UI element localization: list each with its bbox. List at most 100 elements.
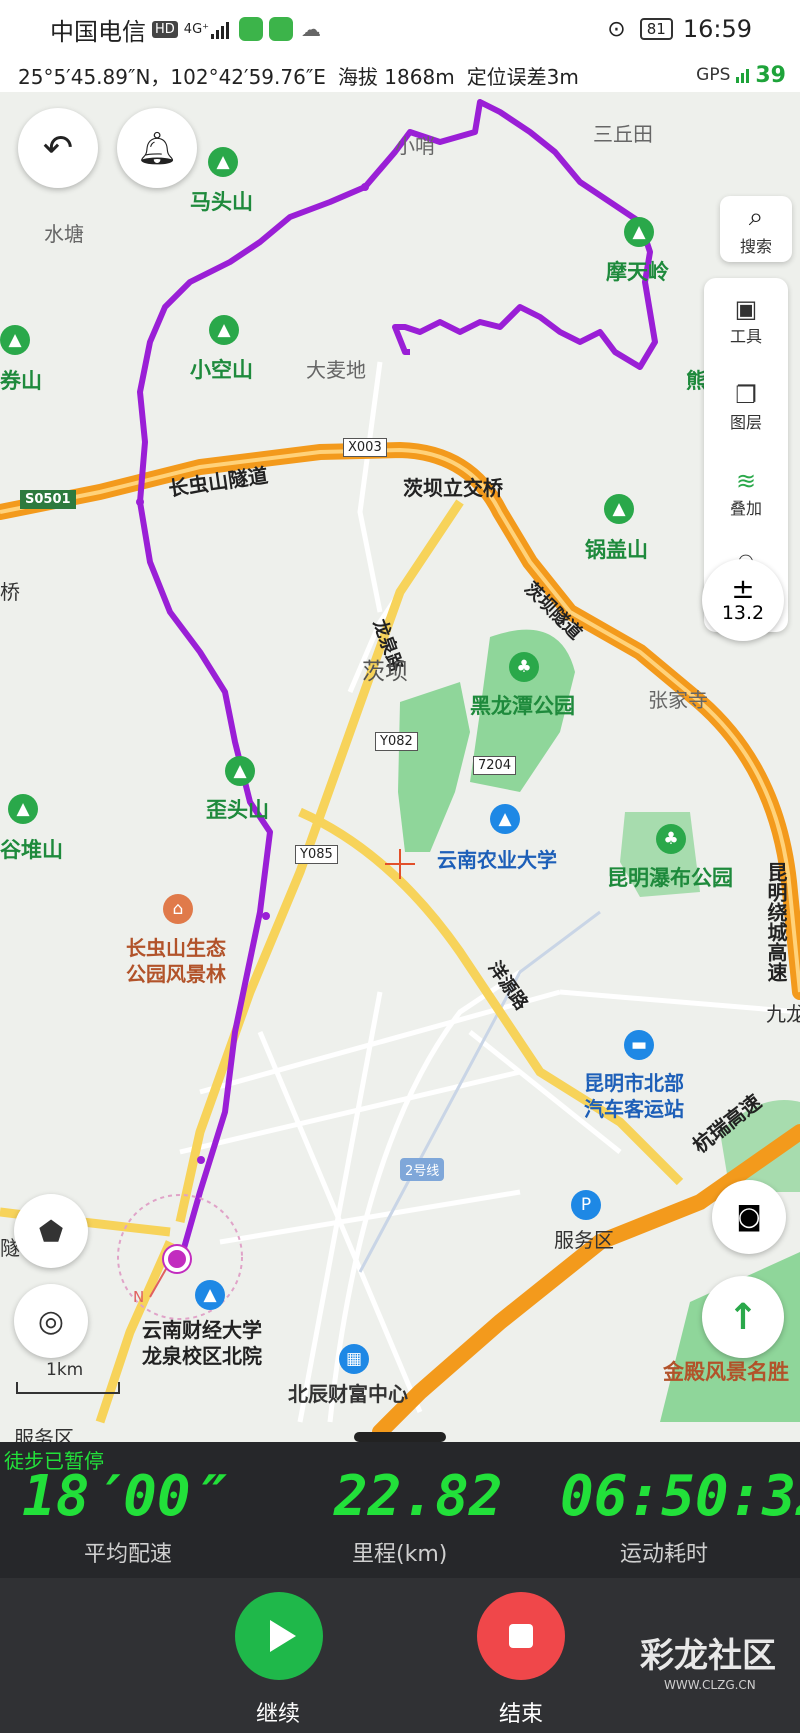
mountain-label: 券山 <box>0 369 42 393</box>
place-label: 大麦地 <box>306 358 366 382</box>
distance-label: 里程(km) <box>352 1542 448 1567</box>
place-label: 九龙 <box>766 1002 800 1026</box>
mountain-icon: ▲ <box>8 794 38 824</box>
park-label: 黑龙潭公园 <box>470 694 575 718</box>
resume-button[interactable] <box>235 1592 323 1680</box>
locate-button[interactable]: ◎ <box>14 1284 88 1358</box>
scenic-icon: ⌂ <box>163 894 193 924</box>
watermark-logo: 彩龙社区 <box>640 1636 776 1676</box>
stop-label: 结束 <box>499 1702 544 1727</box>
panel-drag-handle[interactable] <box>354 1432 446 1442</box>
road-shield-s0501: S0501 <box>20 490 76 509</box>
camera-button[interactable]: ◙ <box>712 1180 786 1254</box>
coordinates: 25°5′45.89″N，102°42′59.76″E <box>18 64 326 89</box>
search-button[interactable]: ⌕ 搜索 <box>720 196 792 262</box>
park-area <box>398 682 470 852</box>
layers-label: 图层 <box>729 413 762 432</box>
clock: 16:59 <box>682 15 752 43</box>
stop-button[interactable] <box>477 1592 565 1680</box>
university-icon: ▲ <box>490 804 520 834</box>
toolbox-icon: ▣ <box>734 295 758 323</box>
accuracy: 定位误差3m <box>466 64 579 89</box>
mountain-icon: ▲ <box>624 217 654 247</box>
secondary-roads <box>0 499 684 1424</box>
layers-button[interactable]: ❐ 图层 <box>704 364 788 450</box>
map-canvas <box>0 99 800 1440</box>
pace-value: 18′00″ <box>22 1464 225 1529</box>
overlay-button[interactable]: ≋ 叠加 <box>704 450 788 536</box>
gps-info-bar: 25°5′45.89″N，102°42′59.76″E 海拔 1868m 定位误… <box>0 58 800 92</box>
bus-station-label: 汽车客运站 <box>584 1097 684 1121</box>
stats-panel: 徒步已暂停 18′00″ 22.82 06:50:32 平均配速 里程(km) … <box>0 1442 800 1578</box>
bell-icon: 🔔︎ <box>136 129 178 167</box>
scenic-label: 金殿风景名胜 <box>663 1360 789 1384</box>
mountain-icon: ▲ <box>0 325 30 355</box>
building-icon: ▦ <box>339 1344 369 1374</box>
university-icon: ▲ <box>195 1280 225 1310</box>
track-direction-marks <box>136 183 369 1164</box>
road-shield-y085: Y085 <box>295 845 338 864</box>
place-label: 桥 <box>0 580 20 604</box>
navigate-up-button[interactable]: ↑ <box>702 1276 784 1358</box>
service-area-label: 服务区 <box>14 1426 74 1442</box>
road-label: 昆明绕城高速 <box>764 862 788 982</box>
zoom-level: 13.2 <box>721 602 765 624</box>
scenic-label: 公园风景林 <box>126 962 226 986</box>
scale-bar: 1km <box>16 1360 120 1394</box>
play-icon <box>270 1620 296 1652</box>
service-area-label: 服务区 <box>554 1228 614 1252</box>
plus-icon: ± <box>731 572 755 605</box>
altitude: 海拔 1868m <box>337 64 455 89</box>
notification-button[interactable]: 🔔︎ <box>117 108 197 188</box>
overlay-stack-icon: ≋ <box>735 467 757 495</box>
university-label: 龙泉校区北院 <box>142 1344 262 1368</box>
signal-icon <box>211 19 230 39</box>
search-label: 搜索 <box>739 236 772 256</box>
mountain-label: 马头山 <box>190 190 253 214</box>
action-bar: 继续 结束 彩龙社区 WWW.CLZG.CN <box>0 1578 800 1733</box>
back-arrow-icon: ↶ <box>42 127 74 169</box>
scenic-label: 长虫山生态 <box>126 936 226 960</box>
app-icon <box>239 17 264 41</box>
watermark-url: WWW.CLZG.CN <box>664 1678 756 1692</box>
building-label: 北辰财富中心 <box>288 1382 408 1406</box>
mountain-icon: ▲ <box>604 494 634 524</box>
park-icon: ♣ <box>656 824 686 854</box>
gps-signal-icon <box>736 67 750 83</box>
distance-value: 22.82 <box>334 1464 503 1529</box>
place-label: 张家寺 <box>648 688 708 712</box>
scale-label: 1km <box>46 1360 84 1380</box>
park-icon: ♣ <box>509 652 539 682</box>
gps-label: GPS <box>696 65 731 85</box>
footprint-button[interactable]: ⬟ <box>14 1194 88 1268</box>
bus-station-label: 昆明市北部 <box>584 1071 684 1095</box>
road-shield-y082: Y082 <box>375 732 418 751</box>
arrow-up-icon: ↑ <box>727 1296 759 1338</box>
zoom-button[interactable]: ± 13.2 <box>702 559 784 641</box>
road-shield-x003: X003 <box>343 438 387 457</box>
cloud-icon: ☁ <box>301 17 322 41</box>
gps-satellites: 39 <box>755 62 786 88</box>
footprint-icon: ⬟ <box>38 1214 64 1248</box>
back-button[interactable]: ↶ <box>18 108 98 188</box>
mountain-icon: ▲ <box>225 756 255 786</box>
university-label: 云南财经大学 <box>142 1318 262 1342</box>
road-shield-7204: 7204 <box>473 756 517 775</box>
resume-label: 继续 <box>256 1702 301 1727</box>
network-type: 4G⁺ <box>183 21 210 37</box>
metro-line-badge: 2号线 <box>400 1158 445 1181</box>
duration-label: 运动耗时 <box>620 1542 709 1567</box>
carrier: 中国电信 <box>50 17 146 46</box>
hd-badge: HD <box>152 20 178 38</box>
overlay-label: 叠加 <box>729 499 762 518</box>
tools-button[interactable]: ▣ 工具 <box>704 278 788 364</box>
pace-label: 平均配速 <box>84 1542 173 1567</box>
university-label: 云南农业大学 <box>437 848 557 872</box>
duration-value: 06:50:32 <box>560 1464 800 1529</box>
place-label: 水塘 <box>44 222 84 246</box>
camera-icon: ◙ <box>736 1202 762 1232</box>
mountain-label: 小空山 <box>190 358 253 382</box>
compass-north-label: N <box>133 1288 145 1306</box>
road-label: 茨坝立交桥 <box>403 476 503 500</box>
map-view[interactable]: X003 S0501 Y082 7204 Y085 2号线 ▲ ▲ ▲ ▲ ▲ … <box>0 92 800 1442</box>
